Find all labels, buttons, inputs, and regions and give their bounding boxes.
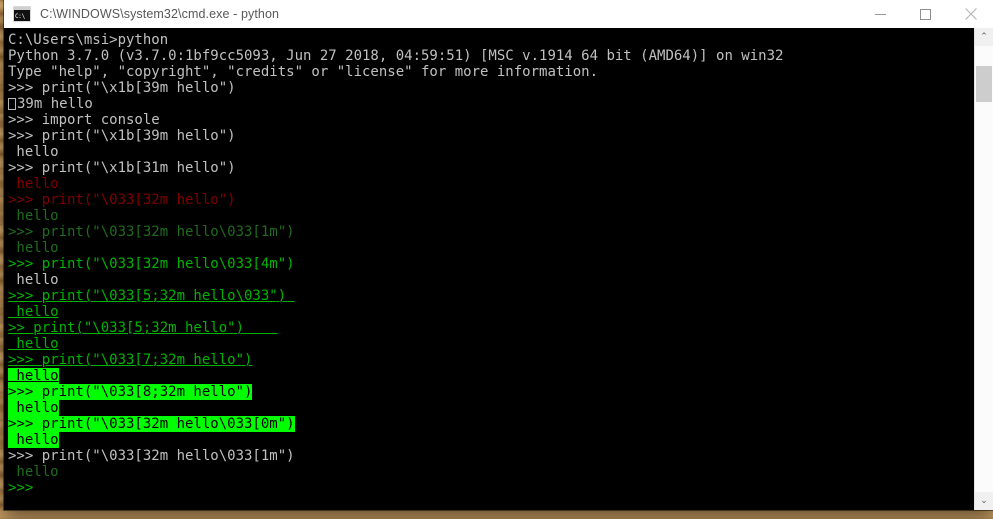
window-title: C:\WINDOWS\system32\cmd.exe - python	[40, 7, 280, 21]
console-line-text: Python 3.7.0 (v3.7.0:1bf9cc5093, Jun 27 …	[8, 48, 784, 64]
scrollbar-thumb[interactable]	[976, 66, 992, 102]
console-line-text: hello	[8, 304, 59, 320]
console-line: hello	[8, 208, 975, 224]
console-line: >>> print("\033[32m hello")	[8, 192, 975, 208]
console-line: hello	[8, 432, 975, 448]
console-line-text: hello	[8, 272, 59, 288]
cmd-icon: C:\	[13, 6, 31, 22]
console-line-text: >>> print("\033[8;32m hello")	[8, 384, 253, 400]
window-caption-buttons	[858, 0, 993, 28]
console-line: Type "help", "copyright", "credits" or "…	[8, 64, 975, 80]
minimize-button[interactable]	[858, 0, 903, 28]
console-line-text: hello	[8, 368, 59, 384]
escape-char-box-icon	[8, 98, 16, 110]
console-line: >>> print("\033[8;32m hello")	[8, 384, 975, 400]
console-line: hello	[8, 144, 975, 160]
console-line: >>> print("\x1b[39m hello")	[8, 80, 975, 96]
console-line: hello	[8, 368, 975, 384]
console-line-text: hello	[8, 208, 59, 224]
console-line: >>> print("\x1b[39m hello")	[8, 128, 975, 144]
console-line-text: hello	[8, 432, 59, 448]
console-line-text: >>> print("\033[7;32m hello")	[8, 352, 253, 368]
scroll-down-arrow-icon[interactable]: ⌄	[975, 492, 993, 510]
console-line: >> print("\033[5;32m hello")	[8, 320, 975, 336]
cmd-icon-prompt-glyph: C:\	[15, 13, 25, 20]
console-line: >>> import console	[8, 112, 975, 128]
console-line: >>> print("\033[32m hello\033[1m")	[8, 448, 975, 464]
scrollbar-track[interactable]	[975, 46, 993, 492]
window-titlebar[interactable]: C:\ C:\WINDOWS\system32\cmd.exe - python	[4, 0, 993, 28]
console-line: Python 3.7.0 (v3.7.0:1bf9cc5093, Jun 27 …	[8, 48, 975, 64]
console-line: hello	[8, 176, 975, 192]
console-line-text: >>> print("\033[32m hello\033[0m")	[8, 416, 295, 432]
console-line: hello	[8, 304, 975, 320]
console-line: hello	[8, 464, 975, 480]
console-line-text: >> print("\033[5;32m hello")	[8, 320, 278, 336]
console-line: C:\Users\msi>python	[8, 32, 975, 48]
console-line-text: hello	[8, 464, 59, 480]
cmd-icon-titlebar-strip	[14, 7, 30, 10]
console-line-text: hello	[8, 144, 59, 160]
console-screen[interactable]: C:\Users\msi>python Python 3.7.0 (v3.7.0:…	[4, 28, 975, 510]
console-line: hello	[8, 400, 975, 416]
console-line: >>>	[8, 480, 975, 496]
console-line-text: >>>	[8, 480, 34, 496]
console-line-text: hello	[8, 400, 59, 416]
cmd-window: C:\ C:\WINDOWS\system32\cmd.exe - python	[4, 0, 993, 510]
console-line-text: >>> print("\033[32m hello\033[4m")	[8, 256, 295, 272]
console-line-text: hello	[8, 176, 59, 192]
console-line-text: >>> print("\x1b[39m hello")	[8, 128, 236, 144]
console-line: >>> print("\033[32m hello\033[4m")	[8, 256, 975, 272]
console-line: hello	[8, 272, 975, 288]
console-line: >>> print("\033[5;32m hello\033")	[8, 288, 975, 304]
console-line-text: >>> print("\033[32m hello\033[1m")	[8, 224, 295, 240]
console-line-text: >>> print("\033[32m hello")	[8, 192, 236, 208]
console-line-text: 39m hello	[17, 96, 93, 112]
console-line: hello	[8, 240, 975, 256]
close-button[interactable]	[948, 0, 993, 28]
console-line-text: C:\Users\msi>python	[8, 32, 169, 48]
maximize-button[interactable]	[903, 0, 948, 28]
console-line-text: >>> print("\x1b[39m hello")	[8, 80, 236, 96]
console-body[interactable]: C:\Users\msi>python Python 3.7.0 (v3.7.0:…	[4, 28, 993, 510]
console-line: >>> print("\x1b[31m hello")	[8, 160, 975, 176]
console-line-text: Type "help", "copyright", "credits" or "…	[8, 64, 599, 80]
console-line: hello	[8, 336, 975, 352]
console-line-text: >>> import console	[8, 112, 160, 128]
console-line-text: hello	[8, 240, 59, 256]
console-line-text: >>> print("\033[5;32m hello\033")	[8, 288, 295, 304]
console-line: >>> print("\033[7;32m hello")	[8, 352, 975, 368]
console-line: >>> print("\033[32m hello\033[0m")	[8, 416, 975, 432]
scroll-up-arrow-icon[interactable]: ⌃	[975, 28, 993, 46]
console-line-text: >>> print("\033[32m hello\033[1m")	[8, 448, 295, 464]
console-line-text: >>> print("\x1b[31m hello")	[8, 160, 236, 176]
console-line: >>> print("\033[32m hello\033[1m")	[8, 224, 975, 240]
console-line-text: hello	[8, 336, 59, 352]
console-scrollbar[interactable]: ⌃ ⌄	[974, 28, 993, 510]
console-line: 39m hello	[8, 96, 975, 112]
